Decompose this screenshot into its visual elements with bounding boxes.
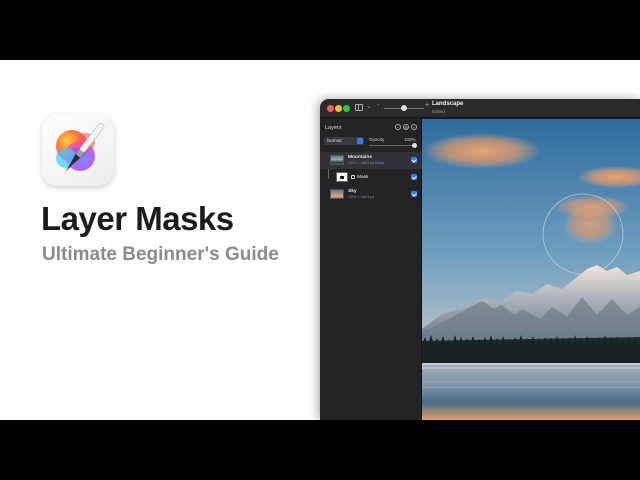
opacity-value: 100% <box>404 137 416 142</box>
layer-row-mask[interactable]: Mask <box>320 169 422 186</box>
sidebar-toggle-icon[interactable] <box>355 104 363 111</box>
layer-dimensions: 2300 × 1603 px Mask <box>348 161 385 165</box>
layer-row-mountains[interactable]: Mountains 2300 × 1603 px Mask <box>320 152 422 169</box>
pixelmator-pro-icon <box>42 114 114 186</box>
thumbnail-stage: Layer Masks Ultimate Beginner's Guide ⌄ … <box>0 60 640 420</box>
letterbox-top <box>0 0 640 60</box>
opacity-label: Opacity <box>369 137 385 142</box>
layer-visibility-checkbox[interactable] <box>411 174 417 180</box>
opacity-slider-track[interactable] <box>369 145 414 146</box>
layer-visibility-checkbox[interactable] <box>411 157 417 163</box>
layer-visibility-checkbox[interactable] <box>411 191 417 197</box>
layer-name: Sky <box>348 189 357 194</box>
opacity-slider-knob[interactable] <box>412 143 417 148</box>
chevron-down-icon[interactable]: ⌄ <box>366 102 372 110</box>
image-canvas[interactable] <box>422 119 640 420</box>
layer-thumbnail <box>330 155 344 165</box>
close-button[interactable] <box>327 105 334 112</box>
layer-dimensions: 2300 × 1603 px <box>348 195 375 199</box>
zoom-in-icon[interactable]: + <box>425 102 429 109</box>
layer-name: Mask <box>357 174 369 180</box>
minimize-button[interactable] <box>335 105 342 112</box>
layer-name: Mountains <box>348 155 372 160</box>
app-window: ⌄ - + Landscape Edited Layers − ⚙ + Norm… <box>320 99 640 420</box>
mask-thumbnail <box>336 172 348 182</box>
layers-panel: Layers − ⚙ + Normal Opacity 100% Mountai… <box>320 119 422 420</box>
layers-panel-title: Layers <box>325 125 342 131</box>
document-title: Landscape <box>432 101 464 107</box>
mask-icon <box>351 175 355 179</box>
blend-mode-select[interactable]: Normal <box>324 137 364 145</box>
blend-mode-value: Normal <box>327 138 342 143</box>
add-layer-icon[interactable]: + <box>411 124 417 130</box>
page-title: Layer Masks <box>41 200 234 237</box>
zoom-slider-knob[interactable] <box>401 105 407 111</box>
window-titlebar: ⌄ - + Landscape Edited <box>320 99 640 118</box>
layer-thumbnail <box>330 189 344 199</box>
remove-layer-icon[interactable]: − <box>395 124 401 130</box>
page-subtitle: Ultimate Beginner's Guide <box>42 244 279 265</box>
zoom-out-icon[interactable]: - <box>377 102 379 109</box>
layer-row-sky[interactable]: Sky 2300 × 1603 px <box>320 186 422 203</box>
chevron-updown-icon <box>357 138 363 144</box>
letterbox-bottom <box>0 420 640 480</box>
maximize-button[interactable] <box>343 105 350 112</box>
layer-options-icon[interactable]: ⚙ <box>403 124 409 130</box>
mask-badge: Mask <box>375 161 385 165</box>
document-status: Edited <box>432 109 445 114</box>
